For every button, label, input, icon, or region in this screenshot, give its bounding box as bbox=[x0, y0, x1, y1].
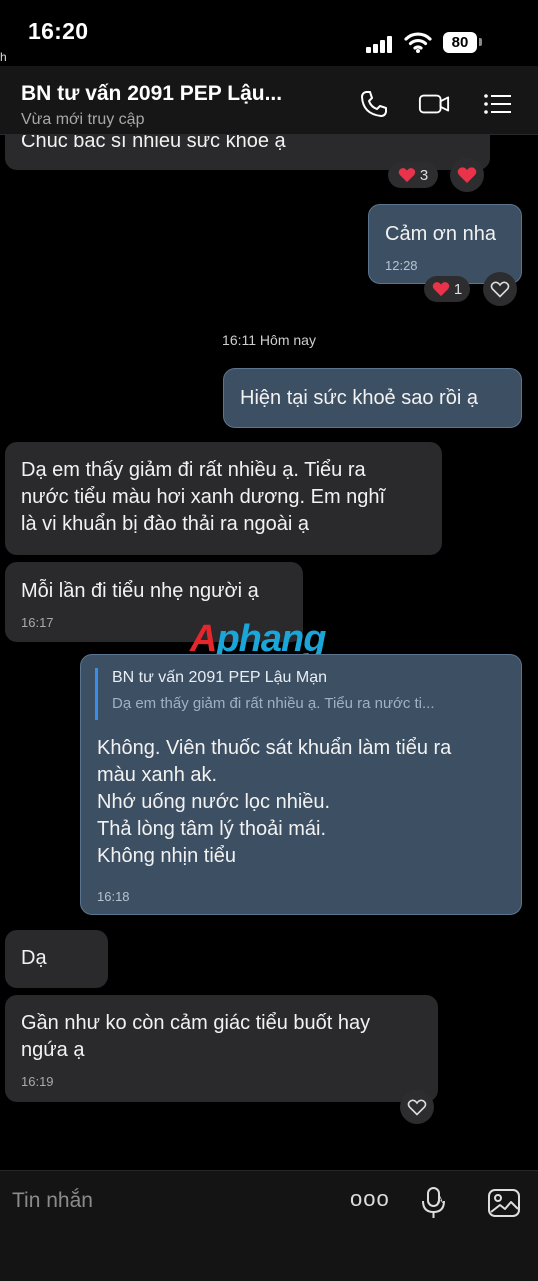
video-icon[interactable] bbox=[418, 88, 450, 120]
quoted-author: BN tư vấn 2091 PEP Lậu Mạn bbox=[112, 669, 327, 686]
message-time: 16:19 bbox=[21, 1074, 54, 1089]
message-bubble-incoming[interactable]: Gần như ko còn cảm giác tiểu buốt hay ng… bbox=[5, 995, 438, 1102]
composer-bar bbox=[0, 1170, 538, 1281]
message-text: Gần như ko còn cảm giác tiểu buốt hay ng… bbox=[21, 1012, 371, 1061]
message-bubble-outgoing[interactable]: Hiện tại sức khoẻ sao rồi ạ bbox=[223, 368, 522, 428]
reaction-count: 3 bbox=[419, 166, 429, 184]
react-heart-button[interactable] bbox=[483, 272, 517, 306]
battery-icon: 80 bbox=[443, 32, 477, 53]
phone-icon[interactable] bbox=[358, 88, 390, 120]
message-input[interactable]: Tin nhắn bbox=[12, 1189, 93, 1213]
heart-outline-icon bbox=[490, 281, 510, 298]
status-time: 16:20 bbox=[28, 18, 89, 44]
message-time: 12:28 bbox=[385, 258, 418, 273]
message-bubble-incoming[interactable]: Dạ bbox=[5, 930, 108, 988]
reaction-badge[interactable]: 3 bbox=[388, 162, 438, 188]
quoted-message[interactable]: BN tư vấn 2091 PEP Lậu Mạn Dạ em thấy gi… bbox=[95, 668, 505, 720]
wifi-icon bbox=[404, 32, 432, 53]
cellular-signal-icon bbox=[366, 35, 396, 53]
reaction-count: 1 bbox=[453, 280, 463, 298]
react-heart-button[interactable] bbox=[450, 158, 484, 192]
image-gallery-icon[interactable] bbox=[487, 1187, 521, 1219]
battery-tip bbox=[479, 38, 482, 46]
message-text: Hiện tại sức khoẻ sao rồi ạ bbox=[240, 387, 478, 409]
message-text: Mỗi lần đi tiểu nhẹ người ạ bbox=[21, 580, 259, 602]
heart-outline-icon bbox=[407, 1099, 427, 1116]
quoted-text: Dạ em thấy giảm đi rất nhiều ạ. Tiểu ra … bbox=[112, 695, 435, 712]
heart-icon bbox=[457, 167, 477, 183]
chat-subtitle-overlay: Vừa mới truy cập bbox=[21, 111, 145, 128]
chat-title-overlay[interactable]: BN tư vấn 2091 PEP Lậu... bbox=[21, 82, 282, 106]
message-text: Dạ em thấy giảm đi rất nhiều ạ. Tiểu ra … bbox=[21, 459, 386, 535]
reaction-badge[interactable]: 1 bbox=[424, 276, 470, 302]
voice-to-text-icon[interactable]: A bbox=[420, 1186, 448, 1220]
menu-icon[interactable] bbox=[482, 88, 514, 120]
more-options-icon[interactable]: ooo bbox=[350, 1186, 390, 1212]
react-heart-button[interactable] bbox=[400, 1090, 434, 1124]
message-bubble-incoming[interactable]: Dạ em thấy giảm đi rất nhiều ạ. Tiểu ra … bbox=[5, 442, 442, 555]
heart-icon bbox=[398, 168, 416, 183]
date-separator: 16:11 Hôm nay bbox=[222, 332, 316, 348]
message-text: Cảm ơn nha bbox=[385, 223, 496, 245]
message-text: Không. Viên thuốc sát khuẩn làm tiểu ra … bbox=[97, 737, 452, 867]
message-text: Dạ bbox=[21, 947, 47, 969]
message-time: 16:17 bbox=[21, 615, 54, 630]
heart-icon bbox=[432, 282, 450, 297]
svg-text:A: A bbox=[437, 1195, 443, 1205]
status-edge-letter: h bbox=[0, 50, 7, 64]
message-time: 16:18 bbox=[97, 889, 130, 904]
